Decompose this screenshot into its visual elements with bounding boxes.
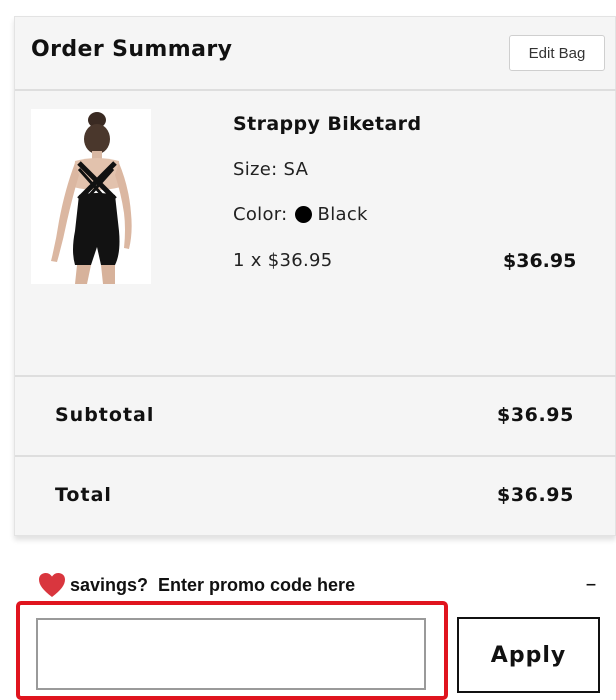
total-value: $36.95 [497, 484, 574, 506]
total-row: Total $36.95 [15, 455, 616, 535]
product-photo-icon [31, 109, 151, 284]
apply-button[interactable]: Apply [457, 617, 600, 693]
collapse-minus-icon[interactable]: – [582, 572, 600, 598]
product-quantity-price: 1 x $36.95 [233, 250, 333, 271]
line-item-total: $36.95 [503, 250, 577, 272]
product-image [31, 109, 151, 284]
subtotal-row: Subtotal $36.95 [15, 375, 616, 455]
product-size: Size: SA [233, 159, 309, 180]
color-name: Black [317, 204, 368, 225]
edit-bag-button[interactable]: Edit Bag [509, 35, 605, 71]
heart-icon [39, 573, 65, 597]
color-swatch-icon [294, 206, 312, 223]
order-summary-card: Order Summary Edit Bag Strappy Biketard … [14, 16, 616, 536]
subtotal-label: Subtotal [55, 404, 155, 426]
promo-code-input[interactable] [36, 618, 426, 690]
subtotal-value: $36.95 [497, 404, 574, 426]
order-summary-header: Order Summary Edit Bag [15, 17, 616, 91]
product-color: Color: Black [233, 204, 368, 225]
promo-label: savings? Enter promo code here [70, 574, 356, 595]
color-label: Color: [233, 204, 288, 225]
total-label: Total [55, 484, 112, 506]
product-name: Strappy Biketard [233, 113, 422, 135]
promo-toggle[interactable]: savings? Enter promo code here [38, 572, 355, 598]
order-summary-title: Order Summary [31, 37, 233, 62]
checkout-page: Order Summary Edit Bag Strappy Biketard … [0, 0, 616, 700]
